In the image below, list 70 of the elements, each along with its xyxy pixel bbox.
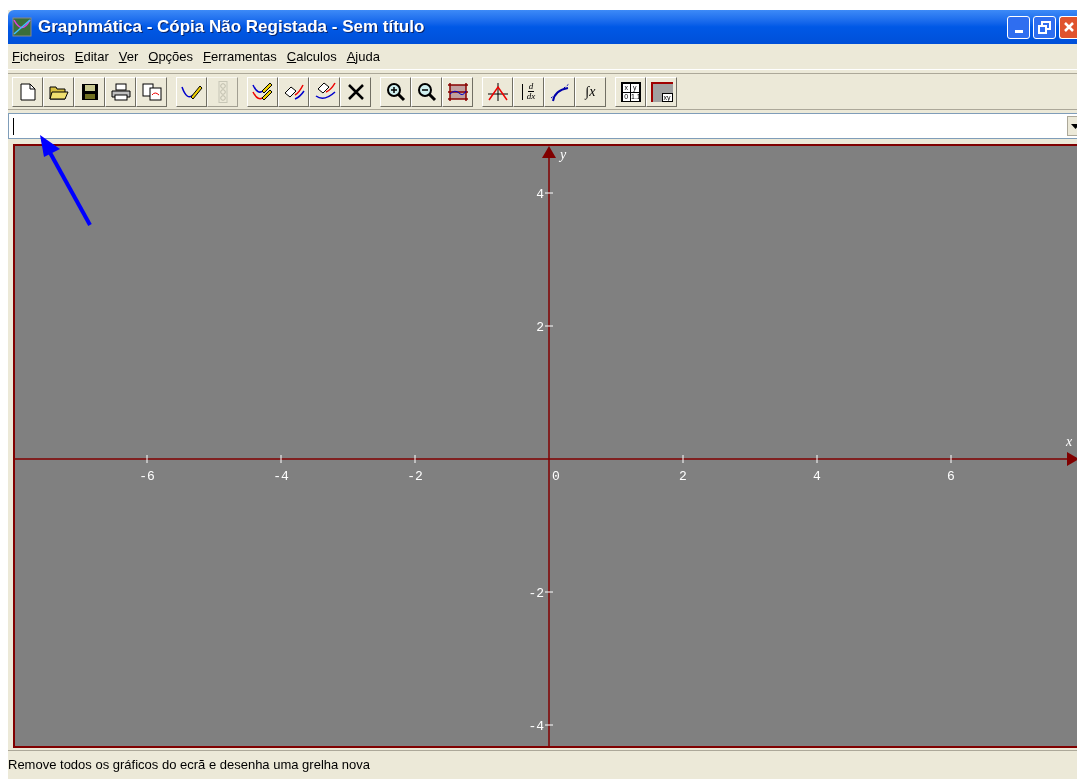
tick-label: -4 bbox=[528, 719, 544, 734]
toolbar-button[interactable] bbox=[176, 76, 207, 107]
toolbar-button[interactable] bbox=[247, 76, 278, 107]
minimize-button[interactable] bbox=[1007, 15, 1030, 39]
close-button[interactable] bbox=[1059, 15, 1077, 39]
restore-icon bbox=[1038, 20, 1051, 34]
toolbar-button[interactable]: ∫x bbox=[575, 76, 606, 107]
integral-icon: ∫x bbox=[585, 84, 596, 99]
status-text: Remove todos os gráficos do ecrã e desenha uma grelha nova bbox=[8, 756, 371, 775]
toolbar-button[interactable] bbox=[340, 76, 371, 107]
tick-label: -6 bbox=[139, 469, 155, 484]
zoom-out-icon bbox=[416, 81, 437, 102]
axes-curve-icon bbox=[486, 81, 509, 102]
restore-button[interactable] bbox=[1033, 15, 1056, 39]
tick-label: 6 bbox=[947, 469, 955, 484]
caret-icon bbox=[1070, 123, 1077, 129]
menu-item[interactable]: Ferramentas bbox=[203, 46, 277, 67]
toolbar-button[interactable] bbox=[309, 76, 340, 107]
tick-mark bbox=[682, 454, 684, 464]
new-file-icon bbox=[19, 82, 36, 101]
origin-label: 0 bbox=[552, 469, 560, 484]
menu-item[interactable]: Ficheiros bbox=[12, 46, 65, 67]
minimize-icon bbox=[1014, 29, 1023, 33]
tick-label: 4 bbox=[536, 187, 544, 202]
toolbar-button[interactable] bbox=[74, 76, 105, 107]
tick-label: -4 bbox=[273, 469, 289, 484]
copy-icon bbox=[141, 82, 162, 101]
toolbar-button[interactable] bbox=[380, 76, 411, 107]
toolbar-button[interactable] bbox=[43, 76, 74, 107]
menu-item[interactable]: Ver bbox=[118, 46, 139, 67]
toolbar-button[interactable]: d dx bbox=[513, 76, 544, 107]
axis-label: x bbox=[1066, 434, 1073, 449]
menu-item[interactable]: Opções bbox=[148, 46, 194, 67]
tick-mark bbox=[146, 454, 148, 464]
tick-mark bbox=[544, 192, 554, 194]
tick-label: -2 bbox=[528, 586, 544, 601]
tick-label: 2 bbox=[679, 469, 687, 484]
app-icon bbox=[12, 17, 32, 37]
menu-item[interactable]: Calculos bbox=[286, 46, 337, 67]
tick-label: 4 bbox=[813, 469, 821, 484]
toolbar-button[interactable] bbox=[411, 76, 442, 107]
tick-mark bbox=[950, 454, 952, 464]
menu-item[interactable]: Editar bbox=[74, 46, 109, 67]
toolbar-button[interactable] bbox=[544, 76, 575, 107]
eraser-icon bbox=[282, 82, 305, 101]
tick-label: 2 bbox=[536, 320, 544, 335]
tick-mark bbox=[544, 724, 554, 726]
tick-mark bbox=[414, 454, 416, 464]
tick-mark bbox=[816, 454, 818, 464]
printer-icon bbox=[110, 82, 131, 101]
axis-label: y bbox=[560, 147, 567, 162]
expression-field[interactable] bbox=[8, 113, 1077, 139]
grid-icon bbox=[446, 81, 469, 102]
tangent-curve-icon bbox=[549, 81, 570, 102]
window-title: Graphmática - Cópia Não Registada - Sem título bbox=[38, 16, 425, 39]
eraser-icon bbox=[313, 81, 336, 102]
toolbar-button[interactable] bbox=[442, 76, 473, 107]
toolbar-button[interactable] bbox=[278, 76, 309, 107]
toolbar-button[interactable] bbox=[105, 76, 136, 107]
zoom-in-icon bbox=[385, 81, 406, 102]
dots-icon bbox=[217, 80, 228, 103]
menu-item[interactable]: Ajuda bbox=[346, 46, 380, 67]
close-icon bbox=[1062, 21, 1075, 33]
tick-label: -2 bbox=[407, 469, 423, 484]
delete-icon bbox=[346, 82, 365, 101]
folder-icon bbox=[48, 83, 69, 100]
pencil-curves-icon bbox=[251, 81, 274, 102]
tick-mark bbox=[544, 591, 554, 593]
tick-mark bbox=[280, 454, 282, 464]
tick-mark bbox=[544, 325, 554, 327]
